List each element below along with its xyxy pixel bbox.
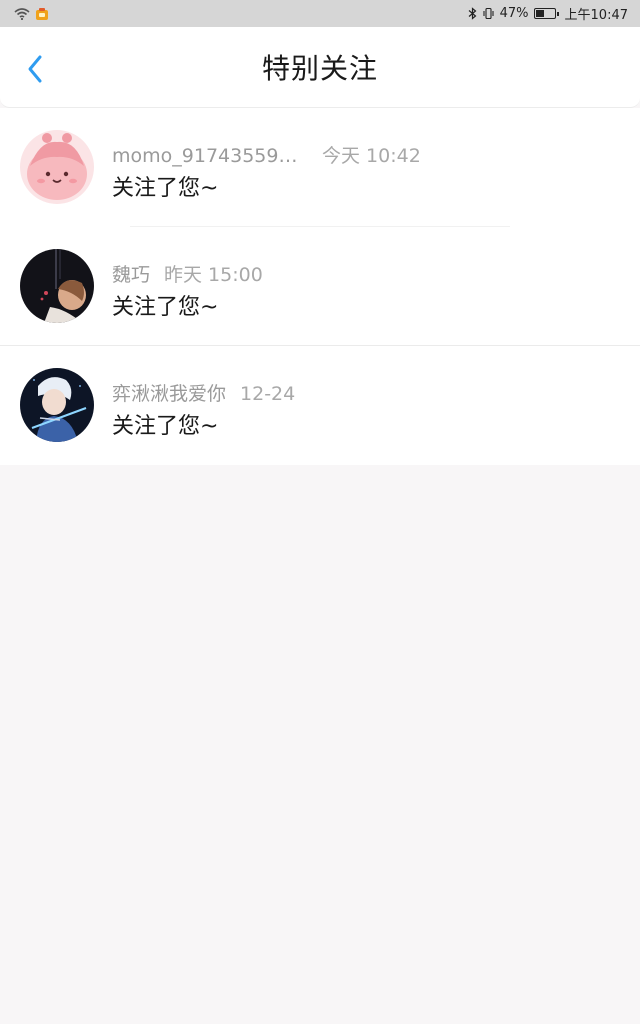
battery-percent: 47% — [499, 6, 529, 21]
battery-icon — [533, 8, 559, 19]
pink-cartoon-avatar[interactable] — [20, 130, 94, 204]
name-row: momo_917435593... 今天 10:42 — [112, 141, 421, 168]
back-button[interactable] — [20, 52, 50, 86]
user-name[interactable]: 魏巧 — [112, 260, 150, 287]
app-notification-icon — [35, 7, 49, 21]
timestamp: 12-24 — [240, 383, 296, 405]
page-title: 特别关注 — [261, 52, 378, 85]
list-item[interactable]: 魏巧 昨天 15:00 关注了您~ — [0, 227, 640, 346]
follow-message: 关注了您~ — [112, 295, 219, 320]
wifi-icon — [14, 7, 30, 20]
chevron-left-icon — [28, 55, 42, 83]
list-item[interactable]: momo_917435593... 今天 10:42 关注了您~ — [0, 108, 640, 227]
anime-girl-avatar[interactable] — [20, 249, 94, 323]
follow-list: momo_917435593... 今天 10:42 关注了您~ 魏巧 昨天 1… — [0, 108, 640, 465]
status-bar-right: 47% 上午10:47 — [468, 4, 628, 23]
clock: 上午10:47 — [564, 8, 628, 23]
name-row: 魏巧 昨天 15:00 — [112, 260, 263, 287]
status-bar: 47% 上午10:47 — [0, 0, 640, 27]
vibrate-icon — [482, 7, 495, 20]
timestamp: 今天 10:42 — [322, 145, 421, 167]
follow-message: 关注了您~ — [112, 414, 219, 439]
user-name[interactable]: momo_917435593... — [112, 145, 308, 167]
user-name[interactable]: 弈湫湫我爱你 — [112, 379, 226, 406]
timestamp: 昨天 15:00 — [164, 264, 263, 286]
list-item[interactable]: 弈湫湫我爱你 12-24 关注了您~ — [0, 346, 640, 465]
name-row: 弈湫湫我爱你 12-24 — [112, 379, 295, 406]
app-header: 特别关注 — [0, 27, 640, 108]
bluetooth-icon — [468, 7, 477, 20]
follow-message: 关注了您~ — [112, 176, 219, 201]
status-bar-left — [14, 7, 49, 21]
anime-swordsman-avatar[interactable] — [20, 368, 94, 442]
